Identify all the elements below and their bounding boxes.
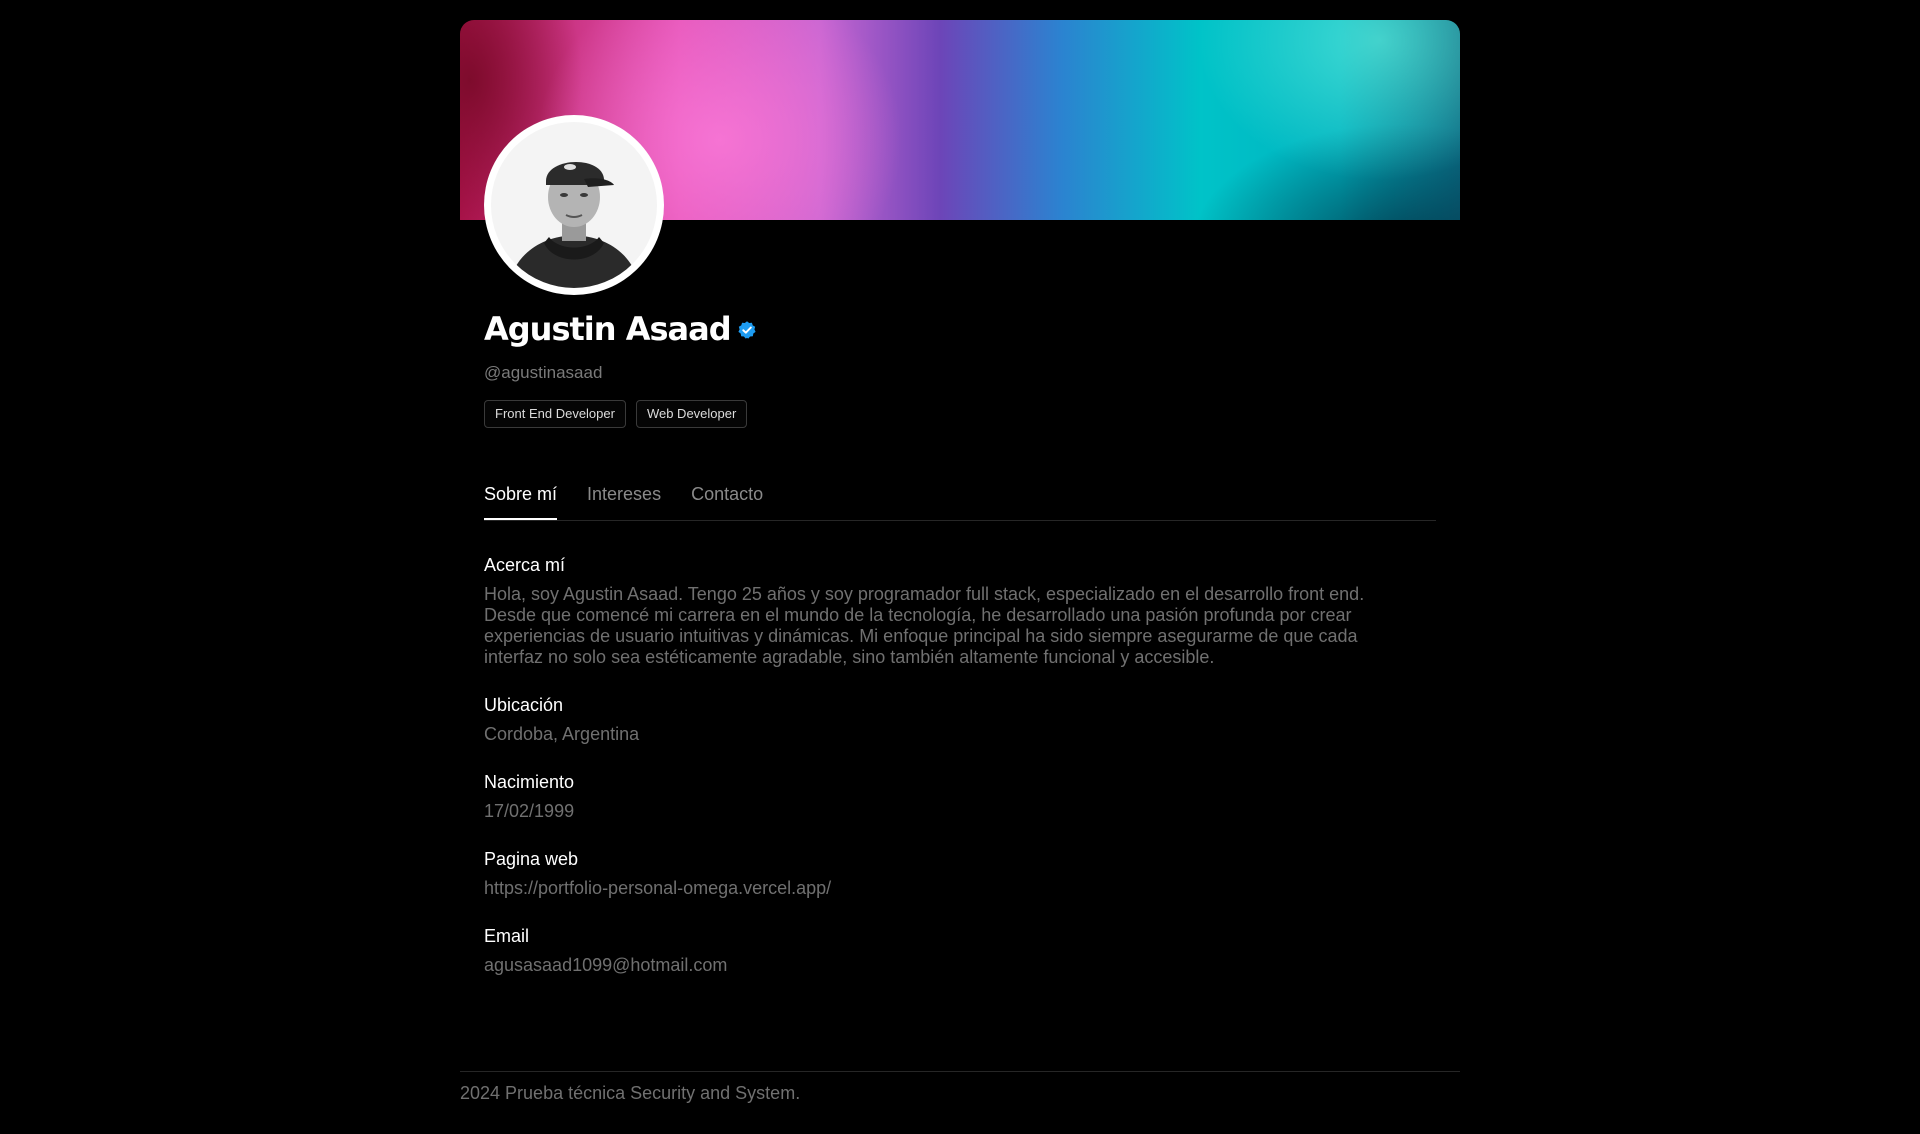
about-section: Acerca mí Hola, soy Agustin Asaad. Tengo…	[484, 555, 1404, 668]
about-title: Acerca mí	[484, 555, 566, 575]
footer-text: 2024 Prueba técnica Security and System.	[460, 1083, 801, 1103]
profile-tags: Front End Developer Web Developer	[484, 400, 748, 428]
tab-contacto[interactable]: Contacto	[691, 480, 763, 520]
tab-sobre-mi[interactable]: Sobre mí	[484, 480, 558, 520]
name-row: Agustin Asaad	[484, 310, 757, 348]
footer: 2024 Prueba técnica Security and System.	[460, 1071, 1460, 1104]
email-title: Email	[484, 926, 530, 946]
tag-front-end-developer: Front End Developer	[484, 400, 626, 428]
website-link[interactable]: https://portfolio-personal-omega.vercel.…	[484, 878, 1404, 899]
website-title: Pagina web	[484, 849, 579, 869]
avatar[interactable]	[484, 115, 664, 295]
about-text: Hola, soy Agustin Asaad. Tengo 25 años y…	[484, 584, 1365, 667]
tab-intereses[interactable]: Intereses	[587, 480, 661, 520]
profile-page: Agustin Asaad @agustinasaad Front End De…	[0, 0, 1920, 1134]
birth-section: Nacimiento 17/02/1999	[484, 772, 1404, 822]
birth-value: 17/02/1999	[484, 801, 575, 821]
birth-title: Nacimiento	[484, 772, 575, 792]
email-link[interactable]: agusasaad1099@hotmail.com	[484, 955, 1404, 976]
email-section: Email agusasaad1099@hotmail.com	[484, 926, 1404, 976]
profile-handle: @agustinasaad	[484, 363, 603, 382]
avatar-photo	[485, 116, 663, 294]
tag-web-developer: Web Developer	[635, 400, 748, 428]
website-section: Pagina web https://portfolio-personal-om…	[484, 849, 1404, 899]
location-section: Ubicación Cordoba, Argentina	[484, 695, 1404, 745]
verified-badge-icon	[737, 320, 757, 340]
location-value: Cordoba, Argentina	[484, 724, 640, 744]
profile-name: Agustin Asaad	[484, 310, 732, 348]
location-title: Ubicación	[484, 695, 564, 715]
profile-card: Agustin Asaad @agustinasaad Front End De…	[460, 20, 1460, 975]
profile-tabs: Sobre mí Intereses Contacto	[484, 480, 1436, 521]
